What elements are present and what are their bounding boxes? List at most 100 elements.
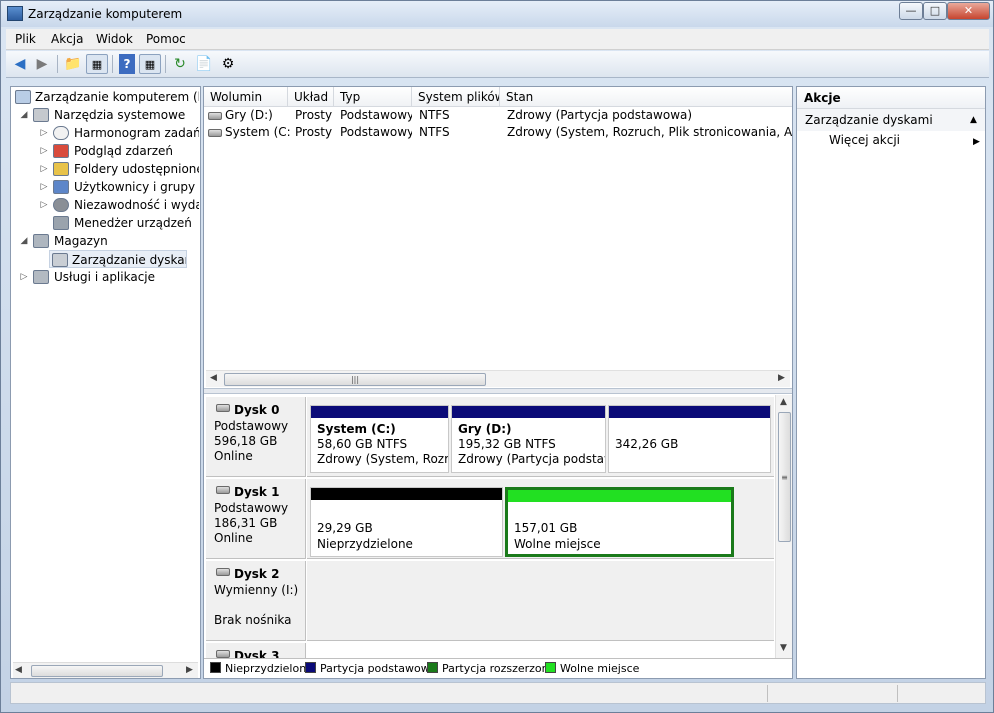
expand-arrow-icon[interactable]: ▷	[19, 268, 29, 286]
scroll-left-icon[interactable]: ◀	[15, 665, 22, 675]
computer-management-window: Zarządzanie komputerem — □ ✕ Plik Akcja …	[0, 0, 994, 713]
close-button[interactable]: ✕	[947, 2, 990, 20]
column-header-status[interactable]: Stan	[500, 87, 792, 107]
volume-layout: Prosty	[295, 125, 333, 139]
tree-horizontal-scrollbar[interactable]: ◀ ▶	[13, 662, 198, 678]
settings-icon[interactable]: ⚙	[217, 54, 239, 74]
help-icon[interactable]: ?	[119, 54, 135, 74]
volume-layout: Prosty	[295, 108, 333, 122]
partition-system-c[interactable]: System (C:) 58,60 GB NTFS Zdrowy (System…	[310, 405, 449, 473]
partition-gry-d[interactable]: Gry (D:) 195,32 GB NTFS Zdrowy (Partycja…	[451, 405, 606, 473]
tree-item-label: Niezawodność i wydajn	[74, 198, 199, 212]
scroll-down-icon[interactable]: ▼	[780, 643, 787, 653]
tree-item-local-users[interactable]: ▷ Użytkownicy i grupy lok	[13, 178, 199, 196]
menu-help[interactable]: Pomoc	[146, 32, 186, 46]
toolbar: ◀ ▶ 📁 ▦ ? ▦ ↻ 📄 ⚙	[6, 51, 989, 78]
tree-item-services-apps[interactable]: ▷ Usługi i aplikacje	[13, 268, 199, 286]
minimize-button[interactable]: —	[899, 2, 923, 20]
tree-item-task-scheduler[interactable]: ▷ Harmonogram zadań	[13, 124, 199, 142]
volume-row[interactable]: System (C:) Prosty Podstawowy NTFS Zdrow…	[204, 124, 792, 141]
partition-title: System (C:)	[317, 422, 396, 436]
volume-list-header: Wolumin Układ Typ System plików Stan	[204, 87, 792, 107]
expand-arrow-icon[interactable]: ▷	[39, 160, 49, 178]
disk-1-info[interactable]: Dysk 1 Podstawowy 186,31 GB Online	[206, 479, 306, 559]
tree-item-label: Usługi i aplikacje	[54, 270, 156, 284]
forward-icon[interactable]: ▶	[31, 54, 53, 74]
tree-item-computer-management[interactable]: Zarządzanie komputerem (loka	[13, 88, 199, 106]
action-more-actions[interactable]: Więcej akcji	[829, 133, 900, 147]
partition-size: 157,01 GB	[514, 521, 578, 535]
tree-item-label: Narzędzia systemowe	[54, 108, 186, 122]
up-folder-icon[interactable]: 📁	[62, 54, 84, 74]
tree-item-reliability[interactable]: ▷ Niezawodność i wydajn	[13, 196, 199, 214]
menu-action[interactable]: Akcja	[51, 32, 83, 46]
clock-icon	[53, 126, 69, 140]
disk-icon	[216, 486, 230, 494]
expand-arrow-icon[interactable]: ▷	[39, 142, 49, 160]
scroll-right-icon[interactable]: ▶	[186, 665, 193, 675]
tree-item-shared-folders[interactable]: ▷ Foldery udostępnione	[13, 160, 199, 178]
title-bar[interactable]: Zarządzanie komputerem — □ ✕	[1, 1, 993, 27]
properties-icon[interactable]: 📄	[193, 54, 215, 74]
pane-splitter[interactable]	[204, 388, 792, 394]
partition-free-space[interactable]: 157,01 GB Wolne miejsce	[505, 487, 734, 557]
partition-legend: Nieprzydzielone Partycja podstawowa Part…	[204, 658, 792, 678]
legend-primary: Partycja podstawowa	[305, 662, 437, 675]
partition-unlabeled[interactable]: 342,26 GB	[608, 405, 771, 473]
actions-section-disk-management[interactable]: Zarządzanie dyskami ▲	[797, 109, 985, 131]
disk-name: Dysk 2	[234, 567, 280, 581]
users-icon	[53, 180, 69, 194]
tree-item-system-tools[interactable]: ◢ Narzędzia systemowe	[13, 106, 199, 124]
expand-arrow-icon[interactable]: ▷	[39, 178, 49, 196]
tree-scroll-thumb[interactable]	[31, 665, 163, 677]
back-icon[interactable]: ◀	[9, 54, 31, 74]
disk-2-info[interactable]: Dysk 2 Wymienny (I:) Brak nośnika	[206, 561, 306, 641]
disk-view-vertical-scrollbar[interactable]: ▲ ≡ ▼	[775, 395, 792, 658]
tree-item-disk-management[interactable]: Zarządzanie dyskami	[49, 250, 187, 268]
primary-partition-bar	[311, 406, 448, 418]
tree-item-label: Zarządzanie dyskami	[72, 253, 187, 267]
disk-name: Dysk 1	[234, 485, 280, 499]
legend-label: Partycja podstawowa	[320, 662, 437, 675]
volume-row[interactable]: Gry (D:) Prosty Podstawowy NTFS Zdrowy (…	[204, 107, 792, 124]
window-title: Zarządzanie komputerem	[28, 7, 183, 21]
column-header-type[interactable]: Typ	[334, 87, 412, 107]
tree-item-event-viewer[interactable]: ▷ Podgląd zdarzeń	[13, 142, 199, 160]
expand-arrow-icon[interactable]: ▷	[39, 124, 49, 142]
disk-0-info[interactable]: Dysk 0 Podstawowy 596,18 GB Online	[206, 397, 306, 477]
disk-3-info[interactable]: Dysk 3	[206, 643, 306, 658]
expand-arrow-icon[interactable]: ▷	[39, 196, 49, 214]
tree-item-device-manager[interactable]: Menedżer urządzeń	[13, 214, 199, 232]
collapse-up-icon[interactable]: ▲	[970, 109, 977, 131]
column-header-layout[interactable]: Układ	[288, 87, 334, 107]
column-header-volume[interactable]: Wolumin	[204, 87, 288, 107]
partition-unallocated[interactable]: 29,29 GB Nieprzydzielone	[310, 487, 503, 557]
tree-item-storage[interactable]: ◢ Magazyn	[13, 232, 199, 250]
drive-icon	[208, 129, 222, 137]
submenu-arrow-icon[interactable]: ▶	[973, 137, 980, 147]
refresh-icon[interactable]: ↻	[169, 54, 191, 74]
view-icon[interactable]: ▦	[139, 54, 161, 74]
event-viewer-icon	[53, 144, 69, 158]
volume-status: Zdrowy (System, Rozruch, Plik stronicowa…	[507, 125, 792, 139]
legend-free-space: Wolne miejsce	[545, 662, 639, 675]
maximize-button[interactable]: □	[923, 2, 947, 20]
computer-icon	[15, 90, 31, 104]
partition-size: 29,29 GB	[317, 521, 373, 535]
collapse-arrow-icon[interactable]: ◢	[19, 232, 29, 250]
toolbar-separator	[165, 55, 166, 73]
column-header-filesystem[interactable]: System plików	[412, 87, 500, 107]
menu-file[interactable]: Plik	[15, 32, 36, 46]
show-tree-icon[interactable]: ▦	[86, 54, 108, 74]
menu-view[interactable]: Widok	[96, 32, 133, 46]
scroll-left-icon[interactable]: ◀	[210, 373, 217, 383]
disk-state: Online	[214, 449, 253, 463]
collapse-arrow-icon[interactable]: ◢	[19, 106, 29, 124]
disk-view-scroll-thumb[interactable]: ≡	[778, 412, 791, 542]
volume-list-horizontal-scrollbar[interactable]: ◀ ||| ▶	[206, 370, 790, 387]
volume-name: Gry (D:)	[225, 108, 273, 122]
performance-icon	[53, 198, 69, 212]
volume-list-scroll-thumb[interactable]: |||	[224, 373, 486, 386]
scroll-up-icon[interactable]: ▲	[780, 397, 787, 407]
scroll-right-icon[interactable]: ▶	[778, 373, 785, 383]
